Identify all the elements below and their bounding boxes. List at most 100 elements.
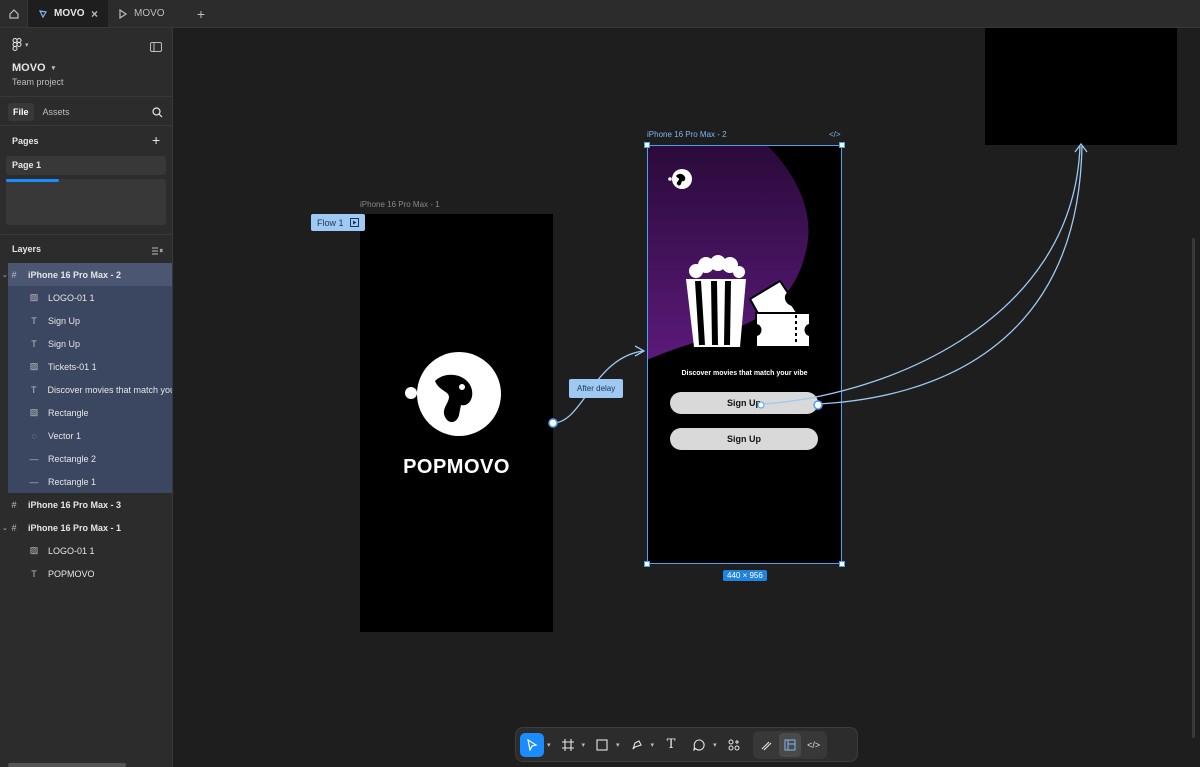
connection-node[interactable] [813,400,823,410]
pen-icon [632,739,642,749]
assets-tab[interactable]: Assets [38,103,75,121]
image-icon: ▨ [29,545,39,555]
layer-rectangle-2[interactable]: — Rectangle 2 [8,447,172,470]
text-tool-button[interactable]: T [660,733,682,757]
layer-tickets-01-1[interactable]: ▨ Tickets-01 1 [8,355,172,378]
layer-label: Sign Up [48,338,81,349]
layer-iphone-16-pro-max-2[interactable]: ⌄ # iPhone 16 Pro Max - 2 [2,263,172,286]
pages-scroll-indicator [6,179,59,182]
layer-rectangle-1[interactable]: — Rectangle 1 [8,470,172,493]
tab-label: MOVO [134,8,165,19]
design-canvas[interactable]: iPhone 16 Pro Max - 1 POPMOVO Flow 1 iPh… [173,28,1200,767]
chevron-down-icon: ▾ [25,41,29,49]
layer-iphone-16-pro-max-1[interactable]: ⌄ # iPhone 16 Pro Max - 1 [2,516,172,539]
project-name[interactable]: MOVO ▾ [12,62,55,74]
text-icon: T [31,315,37,326]
vector-icon: ◌ [31,430,37,441]
frame-icon: # [11,269,17,280]
bottom-toolbar: ▾ ▾ ▾ ▾ T ▾ </> [515,727,858,762]
layer-sign-up[interactable]: T Sign Up [8,309,172,332]
pages-list-area [6,179,166,225]
layer-sign-up[interactable]: T Sign Up [8,332,172,355]
plus-icon: + [152,132,161,148]
design-mode-button[interactable] [778,732,801,757]
home-icon [8,8,19,19]
layer-label: Sign Up [48,315,81,326]
shape-tool-button[interactable] [591,733,613,757]
components-icon [728,739,740,750]
chevron-down-icon[interactable]: ⌄ [2,524,8,532]
chevron-down-icon[interactable]: ▾ [547,741,551,749]
comment-icon [693,738,705,751]
text-icon: T [31,338,37,349]
divider [0,125,172,126]
chevron-down-icon[interactable]: ⌄ [2,271,8,279]
sidebar-scrollbar[interactable] [8,763,126,767]
layers-options-button[interactable] [152,243,163,261]
search-icon [152,107,163,118]
line-icon: — [29,453,39,464]
prototype-connections [548,142,1088,428]
chevron-down-icon[interactable]: ▾ [713,741,717,749]
draw-icon [761,741,771,750]
chevron-down-icon[interactable]: ▾ [582,741,586,749]
rectangle-icon [596,738,608,751]
arrow-head-icon [1074,142,1088,153]
toggle-sidebar-button[interactable] [150,39,162,57]
add-tab-button[interactable]: + [188,0,214,27]
file-tab[interactable]: File [8,103,34,121]
plus-icon: + [196,5,206,22]
pen-tool-button[interactable] [626,733,648,757]
connection-signup-to-frame3-alt[interactable] [817,145,1083,405]
home-button[interactable] [0,0,28,27]
layer-label: iPhone 16 Pro Max - 1 [28,522,122,533]
line-icon: — [29,476,39,487]
connection-node[interactable] [757,401,765,409]
layer-label: Rectangle [48,407,89,418]
chevron-down-icon[interactable]: ▾ [616,741,620,749]
layers-heading: Layers [12,244,42,254]
layer-rectangle[interactable]: ▨ Rectangle [8,401,172,424]
text-icon: T [31,568,37,579]
actions-button[interactable] [723,733,745,757]
main-menu-button[interactable]: ▾ [12,38,29,51]
search-button[interactable] [152,105,163,123]
code-icon: </> [807,739,821,750]
text-icon: T [30,384,37,395]
project-subtitle: Team project [12,77,64,87]
dev-mode-button[interactable]: </> [803,733,825,757]
figma-logo-icon [12,38,22,51]
tab-movo-prototype[interactable]: MOVO [108,0,188,27]
layer-discover-text[interactable]: T Discover movies that match your [8,378,172,401]
design-file-icon [38,9,47,18]
draw-mode-button[interactable] [755,733,777,757]
mode-switch: </> [752,730,827,759]
close-icon[interactable]: × [91,7,98,21]
page-item-page-1[interactable]: Page 1 [6,156,166,175]
layer-label: LOGO-01 1 [48,545,95,556]
tab-movo-design[interactable]: MOVO × [28,0,108,27]
list-collapse-icon [152,247,163,255]
move-tool-button[interactable] [520,732,544,757]
connection-node[interactable] [548,418,558,428]
text-icon: T [666,737,676,752]
image-icon: ▨ [29,292,39,302]
layer-vector-1[interactable]: ◌ Vector 1 [8,424,172,447]
layer-label: iPhone 16 Pro Max - 2 [28,269,122,280]
layer-logo-01-1[interactable]: ▨ LOGO-01 1 [8,286,172,309]
chevron-down-icon[interactable]: ▾ [651,741,655,749]
layer-popmovo[interactable]: T POPMOVO [8,562,172,585]
divider [0,234,172,235]
project-name-text: MOVO [12,62,46,74]
layer-iphone-16-pro-max-3[interactable]: # iPhone 16 Pro Max - 3 [8,493,172,516]
sidebar-toggle-icon [150,42,162,52]
add-page-button[interactable]: + [152,132,160,148]
interaction-badge[interactable]: After delay [569,379,624,398]
comment-tool-button[interactable] [688,733,710,757]
frame-tool-button[interactable] [557,733,579,757]
connection-signup-to-frame3[interactable] [760,145,1081,405]
canvas-scrollbar[interactable] [1192,238,1195,738]
layer-label: Tickets-01 1 [48,361,97,372]
layer-label: Vector 1 [48,430,82,441]
layer-logo-01-1[interactable]: ▨ LOGO-01 1 [8,539,172,562]
